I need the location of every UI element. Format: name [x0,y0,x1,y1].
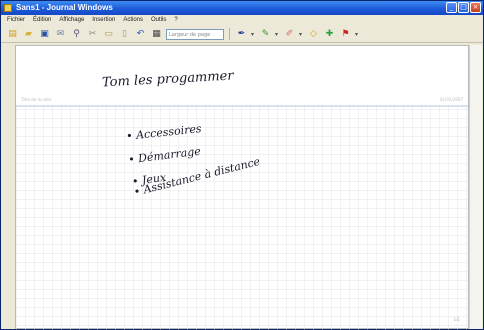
page-header-title: Titre de la note [21,97,52,102]
window-controls: _ □ × [446,2,481,13]
note-page[interactable]: Titre de la note 01/01/2007 Tom les prog… [15,45,470,330]
insert-space-icon[interactable]: ✚ [323,28,336,41]
flag-dropdown-icon[interactable]: ▾ [355,31,360,38]
undo-icon[interactable]: ↶ [134,28,147,41]
zoom-select[interactable]: Largeur de page [166,28,224,40]
menu-insert[interactable]: Insertion [88,15,119,26]
menu-actions[interactable]: Actions [119,15,147,26]
page-number: 1/1 [453,317,460,322]
toolbar: ▤ ▰ ▣ ✉ ⚲ ✂ ▭ ▯ ↶ ▦ Largeur de page ✒ ▾ … [1,26,483,43]
menu-help[interactable]: ? [170,15,181,26]
grid-lines [16,105,470,330]
eraser-dropdown-icon[interactable]: ▾ [299,31,304,38]
toolbar-separator [229,28,230,40]
mail-icon[interactable]: ✉ [54,28,67,41]
close-button[interactable]: × [470,2,481,13]
menu-bar: Fichier Édition Affichage Insertion Acti… [1,15,483,26]
pen-dropdown-icon[interactable]: ▾ [251,31,256,38]
highlighter-dropdown-icon[interactable]: ▾ [275,31,280,38]
flag-icon[interactable]: ⚑ [339,28,352,41]
open-icon[interactable]: ▰ [22,28,35,41]
highlighter-icon[interactable]: ✎ [259,28,272,41]
title-bar[interactable]: Sans1 - Journal Windows _ □ × [1,1,483,15]
window-title: Sans1 - Journal Windows [16,3,113,12]
menu-edit[interactable]: Édition [29,15,55,26]
paste-icon[interactable]: ▭ [102,28,115,41]
window: Sans1 - Journal Windows _ □ × Fichier Éd… [0,0,484,330]
eraser-icon[interactable]: ✐ [283,28,296,41]
maximize-button[interactable]: □ [458,2,469,13]
page-header-date: 01/01/2007 [439,97,463,102]
app-icon[interactable] [4,4,12,12]
new-icon[interactable]: ▤ [6,28,19,41]
vertical-scrollbar[interactable] [469,45,482,329]
pen-icon[interactable]: ✒ [235,28,248,41]
cut-icon[interactable]: ✂ [86,28,99,41]
menu-tools[interactable]: Outils [147,15,170,26]
view-icon[interactable]: ▦ [150,28,163,41]
search-icon[interactable]: ⚲ [70,28,83,41]
save-icon[interactable]: ▣ [38,28,51,41]
menu-file[interactable]: Fichier [1,15,29,26]
selection-icon[interactable]: ◇ [307,28,320,41]
insert-icon[interactable]: ▯ [118,28,131,41]
minimize-button[interactable]: _ [446,2,457,13]
menu-view[interactable]: Affichage [55,15,88,26]
